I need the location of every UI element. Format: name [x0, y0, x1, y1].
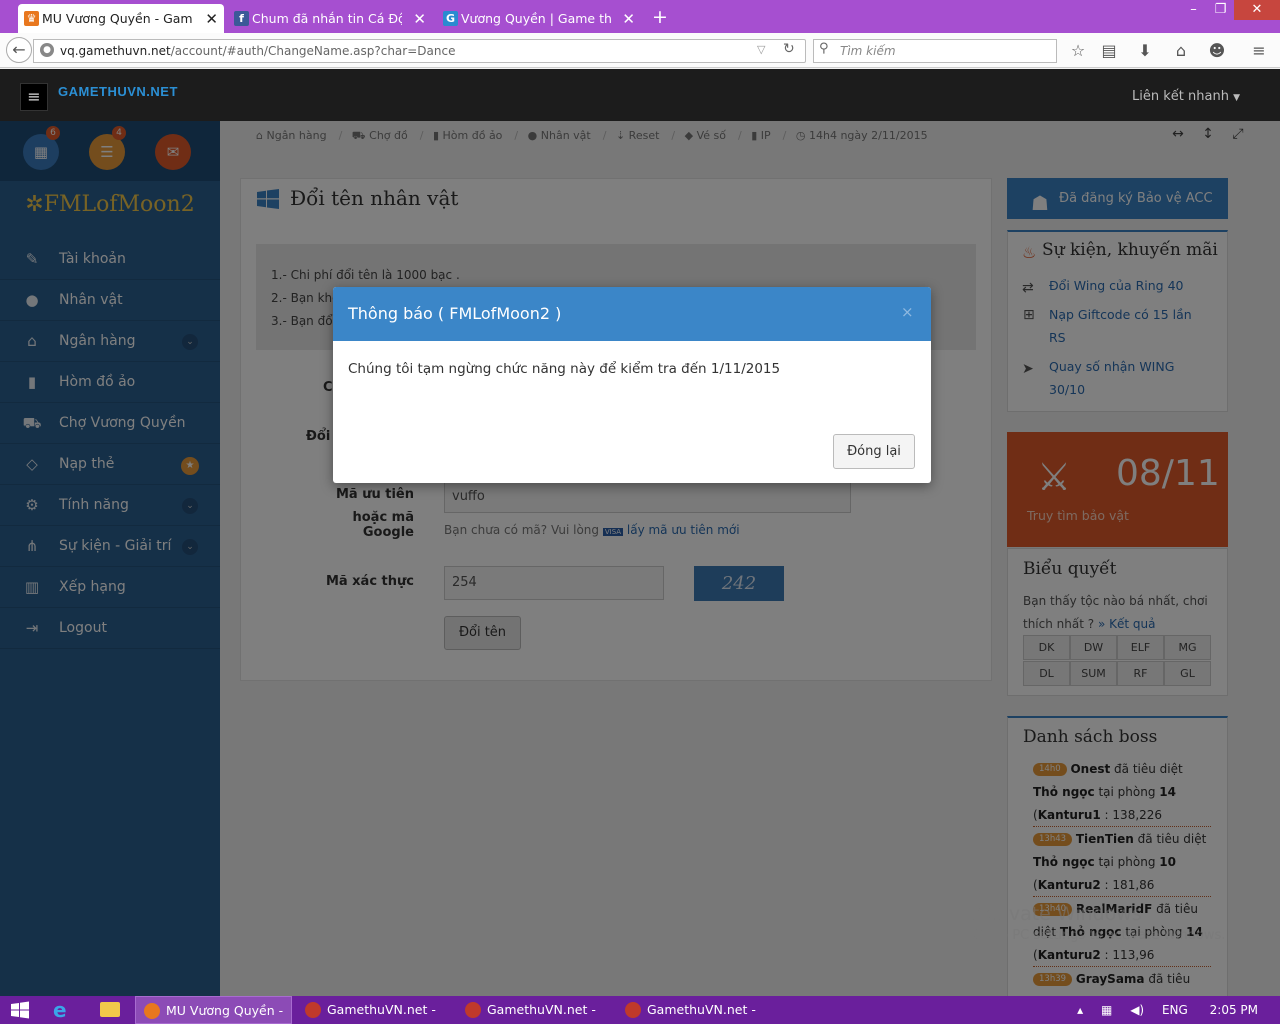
modal-close-button[interactable]: Đóng lại: [833, 434, 915, 469]
modal-close-icon[interactable]: ×: [901, 303, 914, 321]
game-icon: [465, 1002, 481, 1018]
globe-icon: ●: [40, 43, 54, 57]
tab-label: MU Vương Quyền - Game...: [42, 11, 192, 26]
file-explorer-icon[interactable]: [100, 1002, 120, 1017]
close-window-icon[interactable]: ✕: [1234, 0, 1280, 20]
taskbar-item-label: GamethuVN.net - M...: [487, 1002, 596, 1017]
caret-down-icon: ▼: [1233, 93, 1240, 103]
restore-icon[interactable]: ❐: [1207, 0, 1234, 20]
close-tab-icon[interactable]: ✕: [622, 10, 635, 28]
tab-facebook[interactable]: f Chum đã nhắn tin Cá Độ ... ✕: [228, 4, 432, 33]
reading-list-icon[interactable]: ▤: [1098, 40, 1120, 62]
modal-title: Thông báo ( FMLofMoon2 ): [348, 304, 562, 323]
taskbar-item[interactable]: GamethuVN.net - M...: [297, 996, 454, 1024]
bookmark-star-icon[interactable]: ☆: [1067, 40, 1089, 62]
window-controls: – ❐ ✕: [1180, 0, 1280, 20]
windows-start-icon[interactable]: [8, 998, 32, 1022]
gamethu-favicon-icon: G: [443, 11, 458, 26]
facebook-favicon-icon: f: [234, 11, 249, 26]
game-icon: [625, 1002, 641, 1018]
tray-arrow-icon[interactable]: ▴: [1077, 1003, 1083, 1017]
home-icon[interactable]: ⌂: [1170, 40, 1192, 62]
activate-windows-watermark: Go to PC settings to activate Windows.: [973, 928, 1226, 943]
logo-text: GAMETHUVN.NET: [58, 84, 178, 99]
quick-link-dropdown[interactable]: Liên kết nhanh ▼: [1132, 89, 1240, 104]
taskbar-item[interactable]: GamethuVN.net - M...: [457, 996, 614, 1024]
taskbar-item[interactable]: MU Vương Quyền - ...: [135, 996, 292, 1024]
url-host: vq.gamethuvn.net: [60, 44, 171, 58]
activate-windows-watermark: Activate Windows: [973, 903, 1142, 925]
tab-gamethu[interactable]: G Vương Quyền | Game thủ ... ✕: [437, 4, 641, 33]
taskbar-item[interactable]: GamethuVN.net - M...: [617, 996, 774, 1024]
site-logo[interactable]: MU GAMETHUVN.NET: [54, 78, 178, 109]
taskbar-item-label: GamethuVN.net - M...: [647, 1002, 756, 1017]
search-icon: ⚲: [819, 41, 829, 56]
game-icon: [305, 1002, 321, 1018]
search-placeholder: Tìm kiếm: [840, 44, 896, 58]
system-tray: ▴ ▦ ◀) ENG 2:05 PM: [1077, 996, 1280, 1024]
firefox-icon: [144, 1003, 160, 1019]
dropdown-icon[interactable]: ▽: [757, 43, 765, 56]
taskbar-item-label: GamethuVN.net - M...: [327, 1002, 436, 1017]
quick-link-label: Liên kết nhanh: [1132, 89, 1229, 104]
modal-message: Chúng tôi tạm ngừng chức năng này để kiể…: [348, 361, 781, 377]
new-tab-icon[interactable]: +: [652, 6, 668, 28]
chat-icon[interactable]: ☻: [1206, 40, 1228, 62]
network-icon[interactable]: ▦: [1101, 1003, 1112, 1017]
language-indicator[interactable]: ENG: [1162, 1003, 1188, 1017]
close-tab-icon[interactable]: ✕: [413, 10, 426, 28]
back-button[interactable]: ←: [6, 37, 32, 63]
tab-mu-vuong-quyen[interactable]: ♛ MU Vương Quyền - Game... ✕: [18, 4, 224, 33]
modal-backdrop[interactable]: [0, 121, 1280, 996]
minimize-icon[interactable]: –: [1180, 0, 1207, 20]
internet-explorer-icon[interactable]: e: [53, 998, 67, 1022]
site-header: [0, 69, 1280, 121]
clock[interactable]: 2:05 PM: [1210, 1003, 1258, 1017]
modal-header: Thông báo ( FMLofMoon2 ): [333, 287, 931, 341]
url-path: /account/#auth/ChangeName.asp?char=Dance: [170, 44, 456, 58]
volume-icon[interactable]: ◀): [1130, 1003, 1144, 1017]
taskbar-item-label: MU Vương Quyền - ...: [166, 1003, 284, 1018]
reload-icon[interactable]: ↻: [783, 41, 795, 57]
close-tab-icon[interactable]: ✕: [205, 10, 218, 28]
tab-label: Chum đã nhắn tin Cá Độ ...: [252, 11, 402, 26]
mu-favicon-icon: ♛: [24, 11, 39, 26]
download-icon[interactable]: ⬇: [1134, 40, 1156, 62]
search-input[interactable]: Tìm kiếm: [813, 39, 1057, 63]
url-bar[interactable]: vq.gamethuvn.net/account/#auth/ChangeNam…: [33, 39, 806, 63]
menu-icon[interactable]: ≡: [1248, 40, 1270, 62]
tab-label: Vương Quyền | Game thủ ...: [461, 11, 611, 26]
sidebar-toggle-button[interactable]: ≡: [20, 83, 48, 111]
